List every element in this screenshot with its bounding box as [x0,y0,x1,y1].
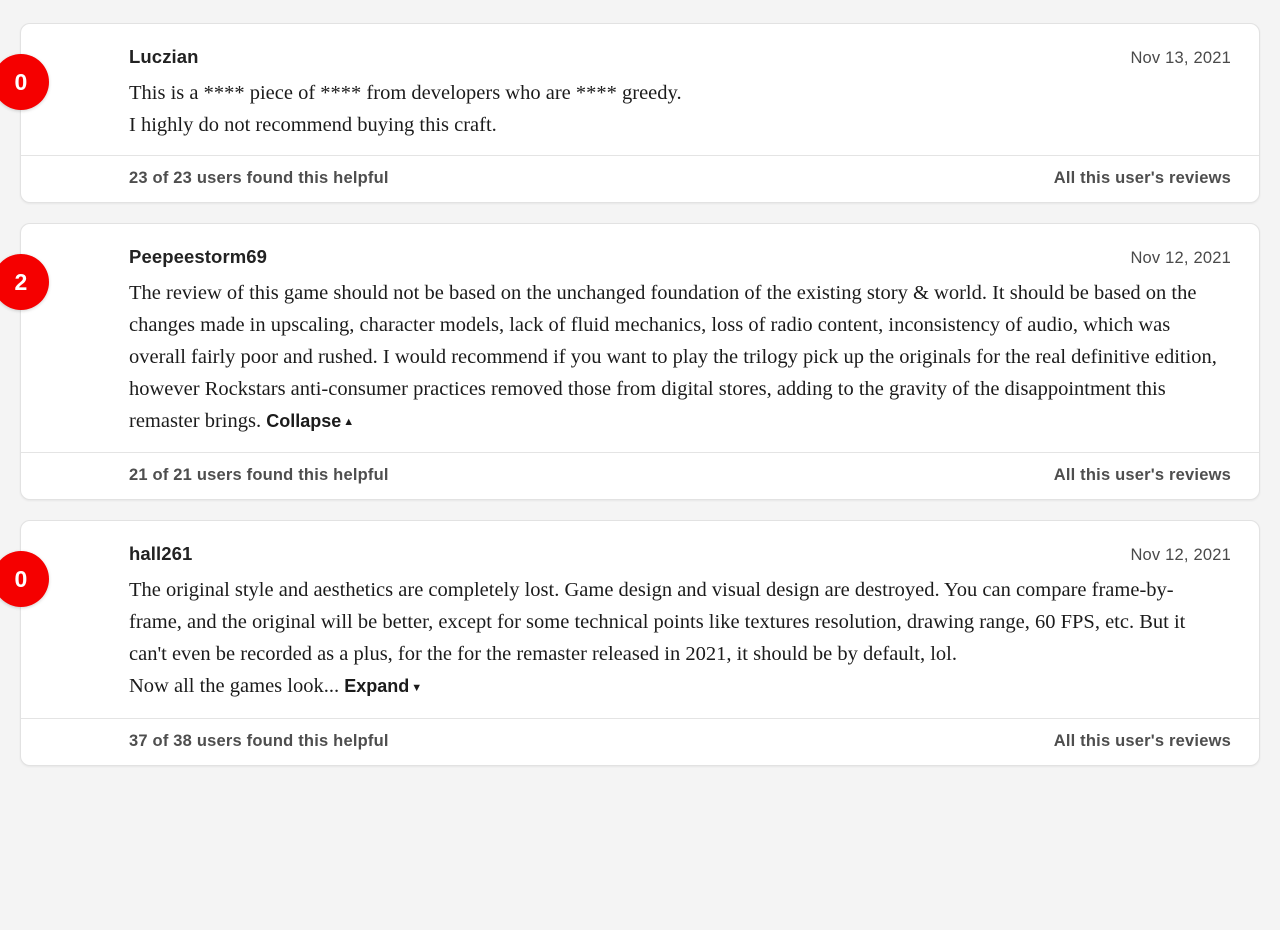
review-footer: 21 of 21 users found this helpful All th… [21,452,1259,499]
review-body: The review of this game should not be ba… [129,277,1231,438]
review-footer: 23 of 23 users found this helpful All th… [21,155,1259,202]
review-content: 2 Peepeestorm69 Nov 12, 2021 The review … [0,224,1259,452]
helpful-count: 23 of 23 users found this helpful [129,169,389,187]
review-card: 0 Luczian Nov 13, 2021 This is a **** pi… [0,23,1260,203]
review-content: 0 Luczian Nov 13, 2021 This is a **** pi… [0,24,1259,155]
review-body: This is a **** piece of **** from develo… [129,77,1231,141]
review-header: Peepeestorm69 Nov 12, 2021 [129,246,1231,268]
user-reviews-page: 0 Luczian Nov 13, 2021 This is a **** pi… [0,0,1280,930]
review-date: Nov 12, 2021 [1130,546,1231,565]
review-username[interactable]: Luczian [129,46,199,68]
review-body-text: This is a **** piece of **** from develo… [129,82,682,136]
review-header: hall261 Nov 12, 2021 [129,543,1231,565]
helpful-count: 37 of 38 users found this helpful [129,731,389,750]
chevron-up-icon: ▲ [343,416,355,429]
review-username[interactable]: hall261 [129,543,192,565]
reviews-list: 0 Luczian Nov 13, 2021 This is a **** pi… [0,0,1260,766]
all-user-reviews-link[interactable]: All this user's reviews [1054,732,1231,751]
expand-toggle-label: Expand [344,676,410,697]
score-badge: 2 [0,254,49,310]
review-body: The original style and aesthetics are co… [129,574,1231,703]
score-badge: 0 [0,551,49,608]
score-badge: 0 [0,54,49,110]
review-date: Nov 12, 2021 [1130,249,1231,267]
review-content: 0 hall261 Nov 12, 2021 The original styl… [0,521,1259,717]
all-user-reviews-link[interactable]: All this user's reviews [1054,169,1231,188]
collapse-toggle-label: Collapse [266,411,342,431]
review-header: Luczian Nov 13, 2021 [129,46,1231,68]
review-card: 2 Peepeestorm69 Nov 12, 2021 The review … [0,223,1260,501]
collapse-toggle[interactable]: Collapse ▲ [266,411,354,431]
review-body-text: The review of this game should not be ba… [129,282,1217,432]
review-card: 0 hall261 Nov 12, 2021 The original styl… [0,520,1260,766]
helpful-count: 21 of 21 users found this helpful [129,466,389,485]
review-footer: 37 of 38 users found this helpful All th… [21,717,1259,765]
review-date: Nov 13, 2021 [1130,49,1231,67]
chevron-down-icon: ▼ [411,681,423,694]
expand-toggle[interactable]: Expand ▼ [344,676,422,696]
review-body-text: The original style and aesthetics are co… [129,579,1186,698]
all-user-reviews-link[interactable]: All this user's reviews [1054,466,1231,485]
review-username[interactable]: Peepeestorm69 [129,246,267,268]
